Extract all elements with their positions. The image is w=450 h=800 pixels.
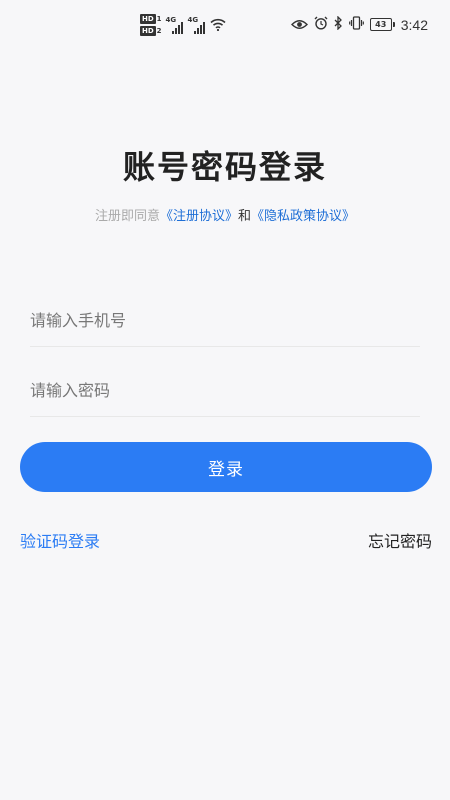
- hd-indicator-1: HD 1: [140, 14, 162, 24]
- agreement-conjunction: 和: [238, 209, 252, 224]
- sms-login-link[interactable]: 验证码登录: [20, 528, 100, 552]
- hd-badge-icon: HD: [140, 26, 156, 36]
- wifi-icon: [209, 16, 226, 35]
- status-right-group: 43 3:42: [290, 15, 428, 34]
- sim-number: 2: [156, 27, 162, 35]
- page-title: 账号密码登录: [122, 148, 327, 186]
- signal-icon: 4G: [166, 16, 184, 34]
- phone-field-container: [30, 294, 420, 347]
- privacy-link[interactable]: 《隐私政策协议》: [251, 209, 355, 224]
- status-left-group: HD 1 HD 2 4G 4G: [140, 14, 226, 36]
- forgot-password-link[interactable]: 忘记密码: [368, 528, 432, 552]
- vibrate-icon: [348, 15, 364, 34]
- password-field-container: [30, 364, 420, 417]
- password-input[interactable]: [30, 364, 420, 416]
- signal-icon: 4G: [188, 16, 206, 34]
- status-bar: HD 1 HD 2 4G 4G 43 3:42: [0, 0, 450, 56]
- agreement-prefix: 注册即同意: [94, 209, 160, 224]
- bluetooth-icon: [334, 15, 343, 34]
- login-button[interactable]: 登录: [20, 442, 432, 492]
- sim-number: 1: [156, 15, 162, 23]
- battery-level: 43: [369, 18, 392, 31]
- battery-icon: 43: [369, 18, 395, 31]
- hd-indicator-2: HD 2: [140, 26, 162, 36]
- eye-comfort-icon: [290, 15, 308, 34]
- status-time: 3:42: [400, 16, 428, 33]
- hd-badge-icon: HD: [140, 14, 156, 24]
- phone-input[interactable]: [30, 294, 420, 346]
- agreement-notice: 注册即同意《注册协议》和《隐私政策协议》: [0, 205, 450, 224]
- alarm-icon: [314, 15, 328, 34]
- hd-indicators: HD 1 HD 2: [140, 14, 162, 36]
- terms-link[interactable]: 《注册协议》: [160, 209, 238, 224]
